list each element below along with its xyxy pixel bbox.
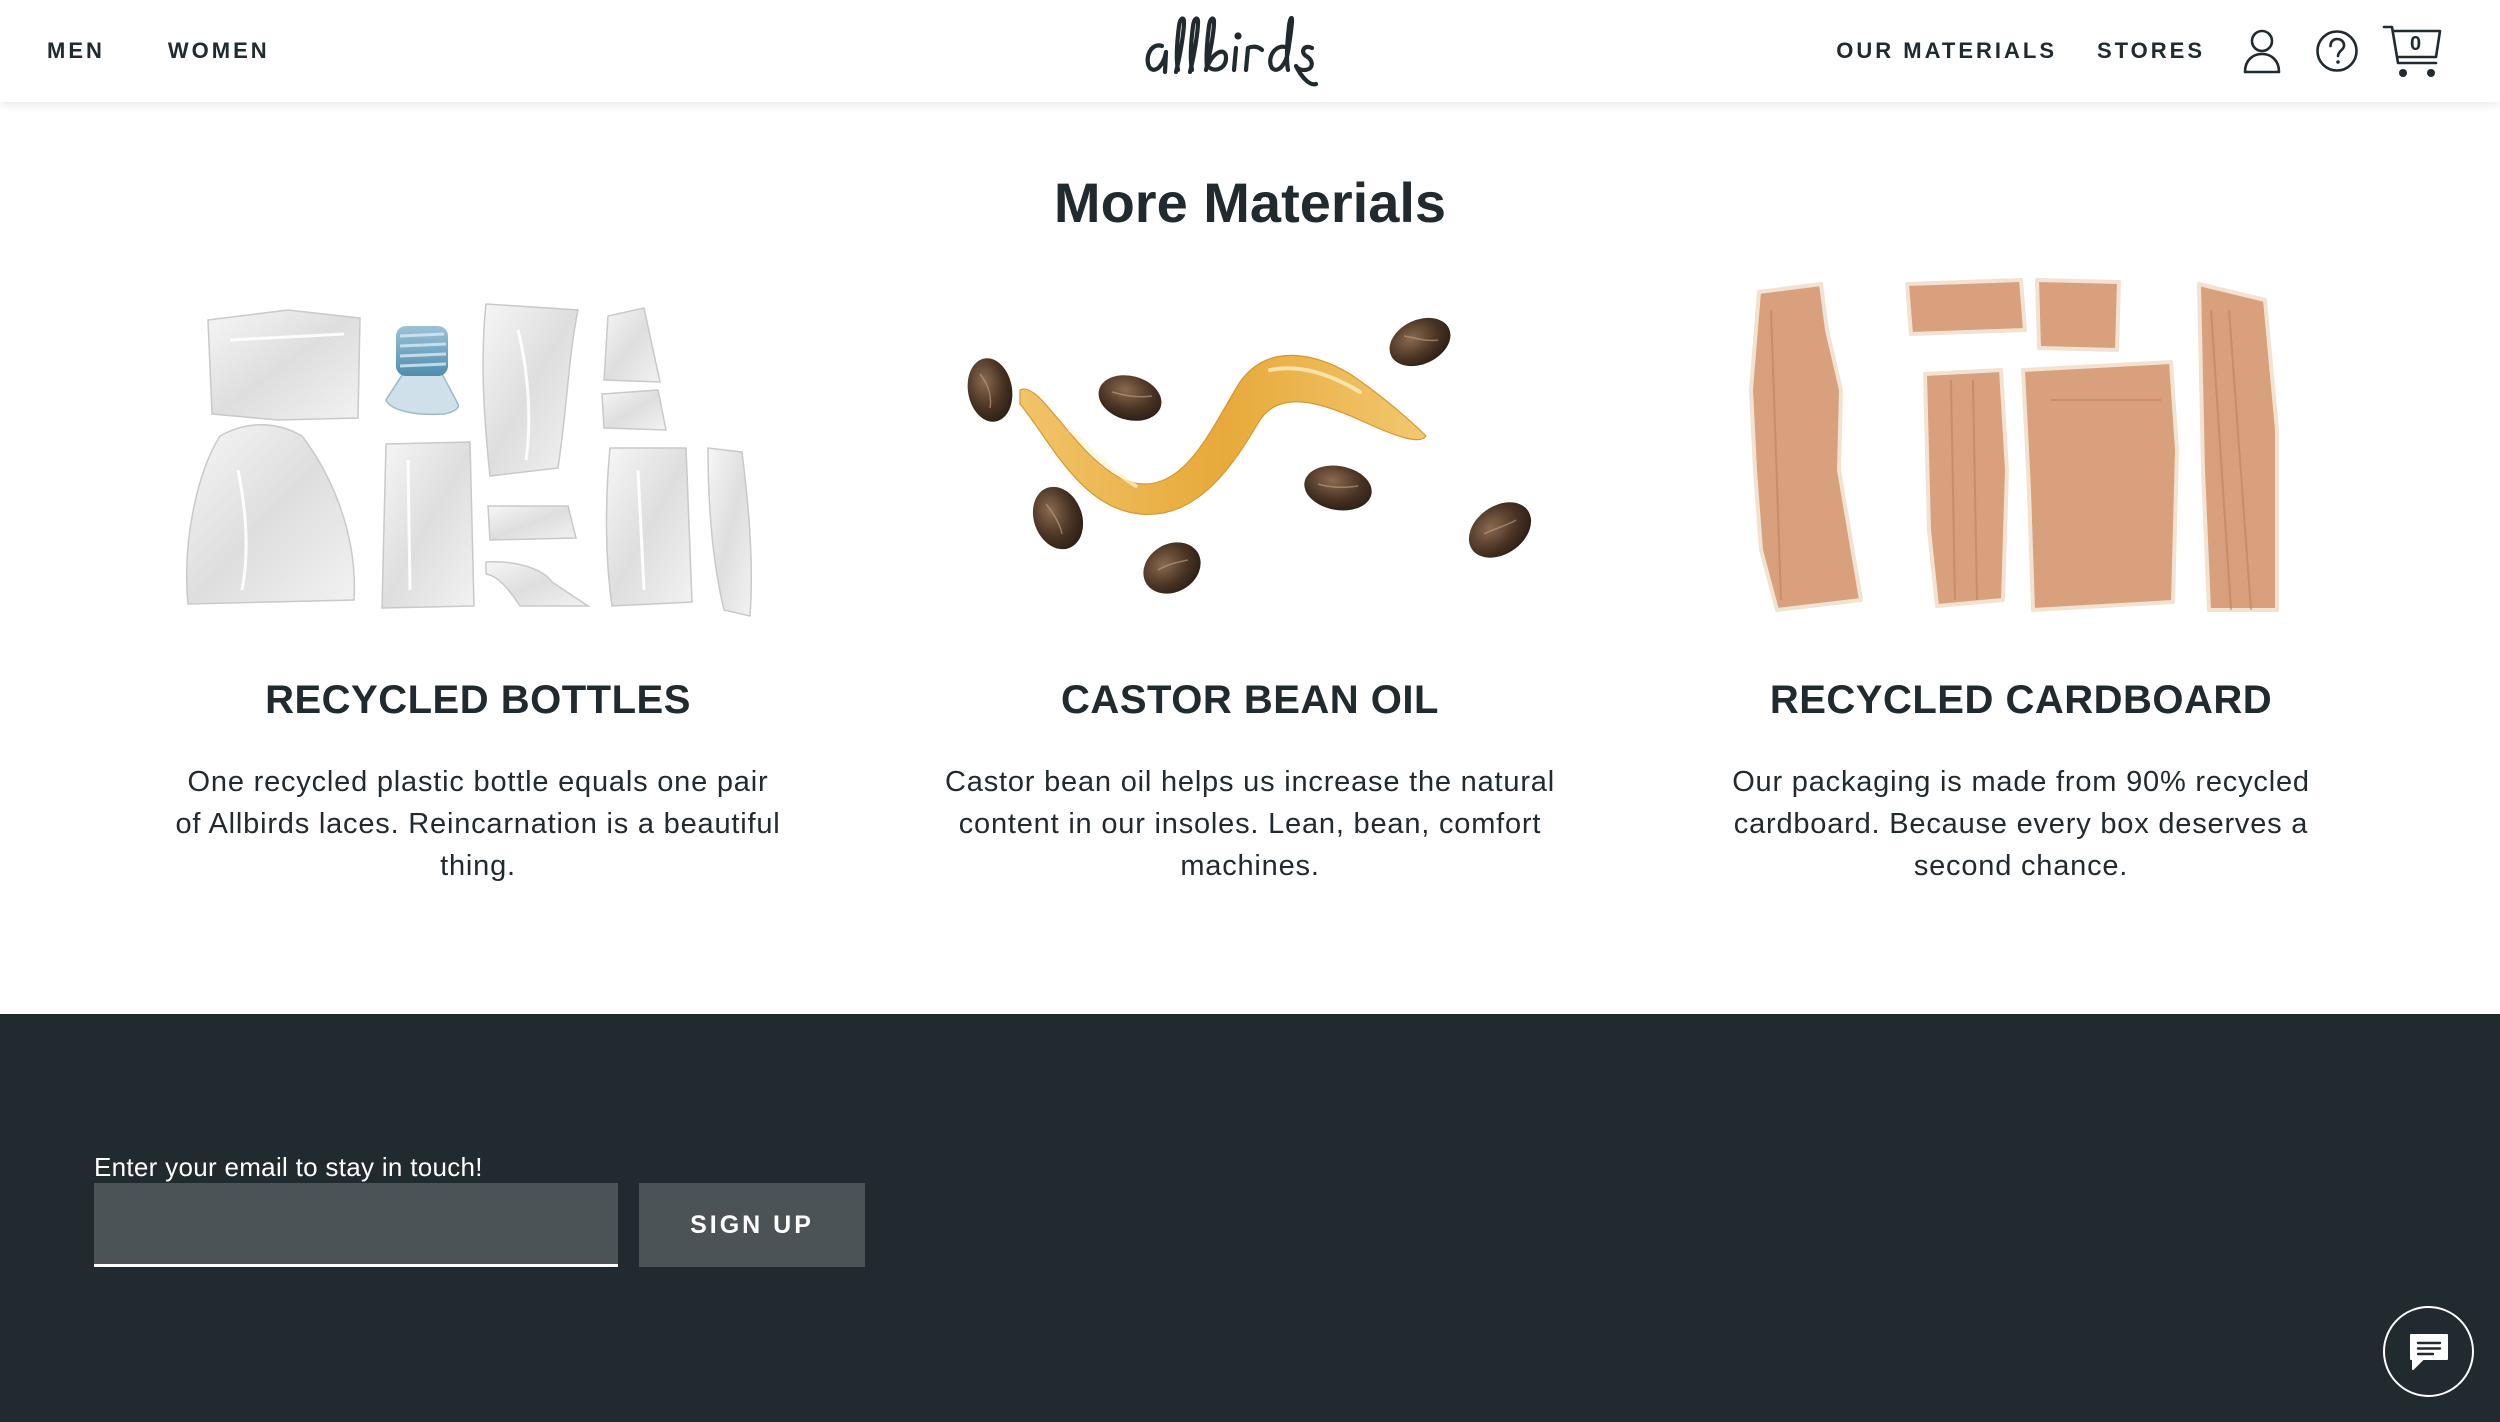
email-input[interactable] [94, 1183, 618, 1267]
nav-men[interactable]: MEN [47, 38, 105, 64]
card-description: Our packaging is made from 90% recycled … [1732, 766, 2310, 882]
section-title: More Materials [1053, 171, 1447, 234]
chat-icon[interactable] [2383, 1306, 2474, 1397]
castor-bean-oil-image [940, 270, 1560, 630]
nav-our-materials[interactable]: OUR MATERIALS [1836, 38, 2057, 64]
recycled-bottles-image [168, 270, 788, 630]
account-icon[interactable] [2237, 26, 2287, 76]
cart-icon[interactable]: 0 [2382, 22, 2444, 82]
sign-up-button[interactable]: SIGN UP [639, 1183, 865, 1267]
site-header: MEN WOMEN OUR MATERIALS STORES 0 [0, 0, 2500, 102]
cart-count: 0 [2410, 33, 2422, 55]
recycled-cardboard-image [1711, 270, 2331, 630]
card-description: One recycled plastic bottle equals one p… [175, 766, 781, 882]
nav-women[interactable]: WOMEN [168, 38, 270, 64]
primary-nav: MEN WOMEN [47, 0, 270, 102]
card-title: RECYCLED CARDBOARD [1769, 678, 2273, 722]
email-signup-label: Enter your email to stay in touch! [94, 1152, 483, 1182]
card-title: RECYCLED BOTTLES [265, 678, 691, 722]
allbirds-logo[interactable] [1140, 8, 1362, 88]
site-footer: Enter your email to stay in touch! SIGN … [0, 1014, 2500, 1422]
material-card-recycled-bottles: RECYCLED BOTTLES One recycled plastic bo… [168, 270, 788, 887]
card-title: CASTOR BEAN OIL [1061, 678, 1439, 722]
material-card-recycled-cardboard: RECYCLED CARDBOARD Our packaging is made… [1711, 270, 2331, 887]
card-description: Castor bean oil helps us increase the na… [945, 766, 1555, 882]
material-card-castor-bean-oil: CASTOR BEAN OIL Castor bean oil helps us… [940, 270, 1560, 887]
nav-stores[interactable]: STORES [2097, 38, 2205, 64]
help-icon[interactable] [2312, 26, 2362, 76]
